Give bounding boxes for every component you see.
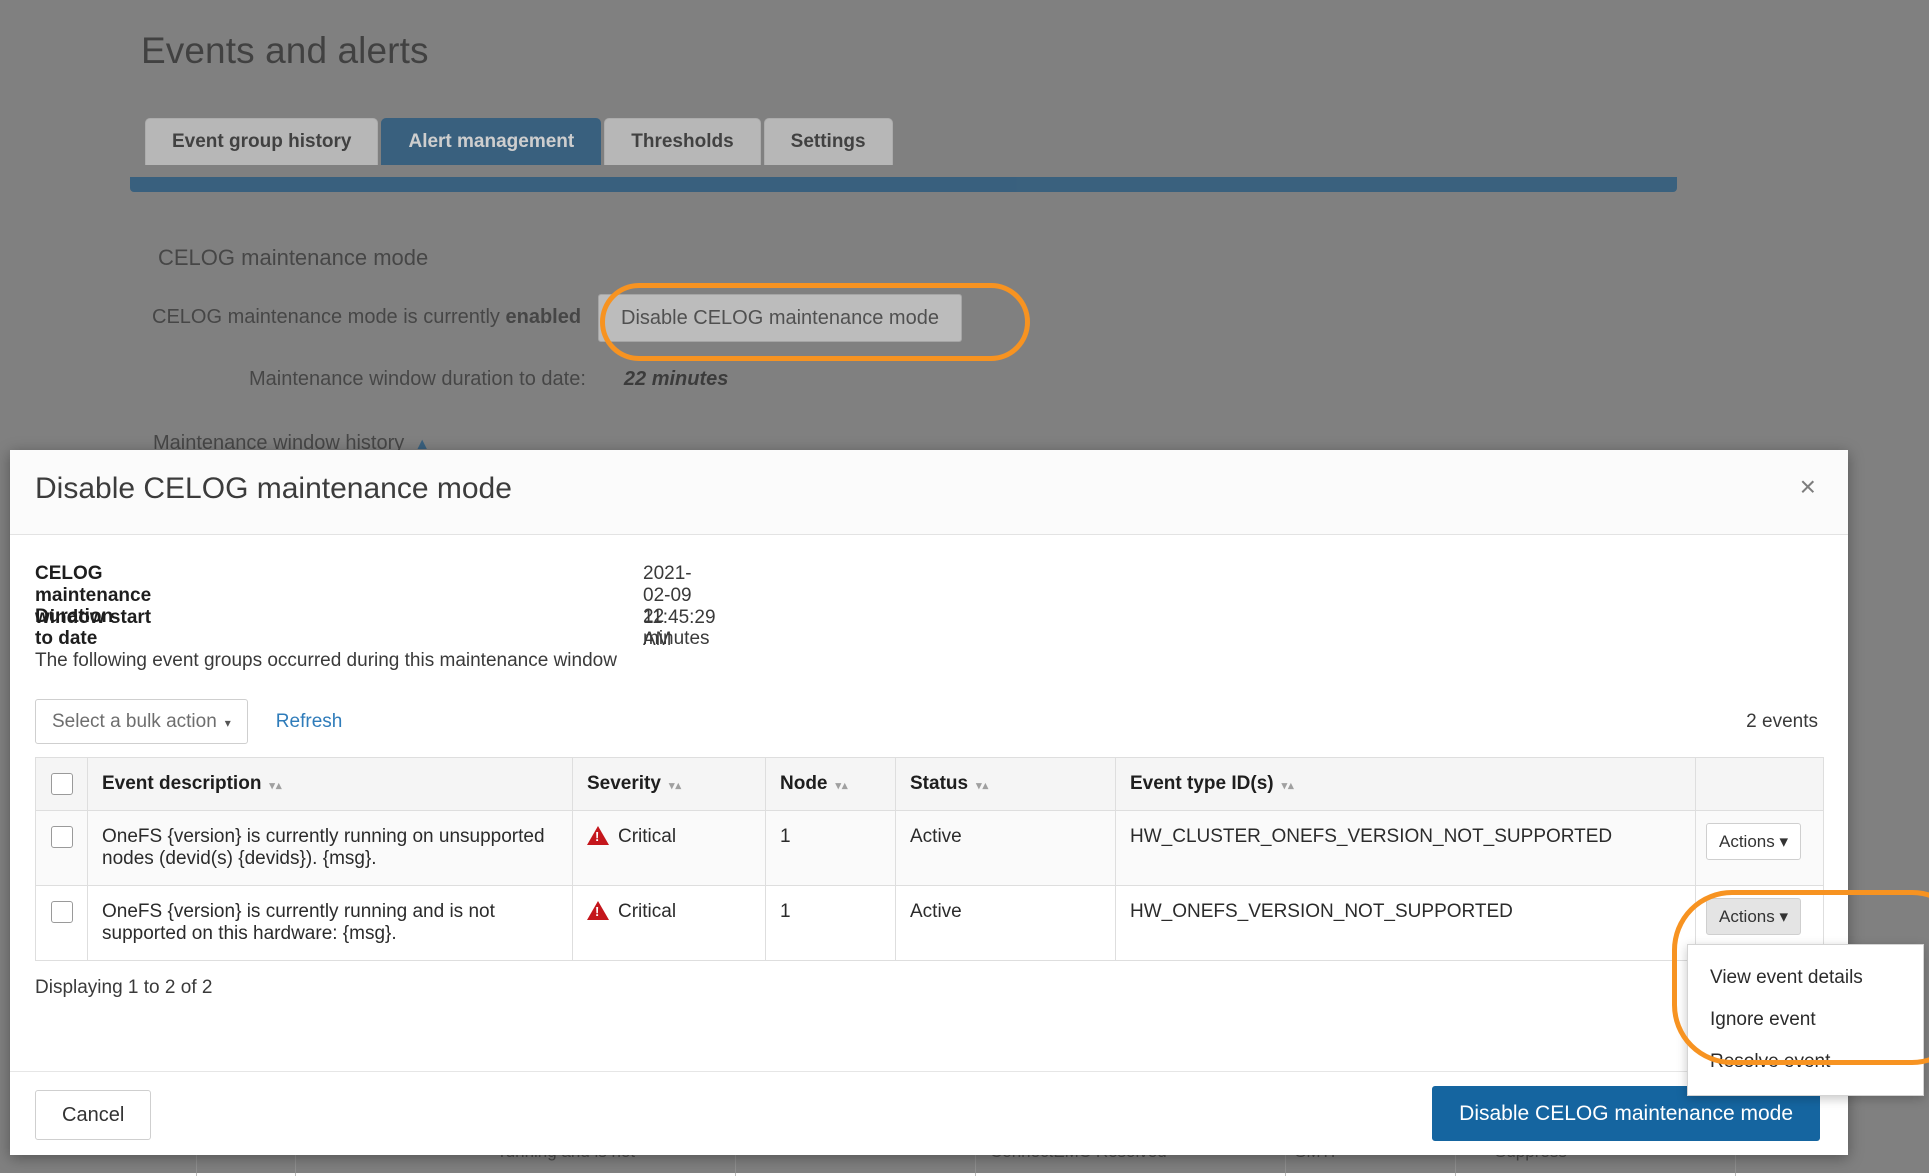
dialog-footer: Cancel Disable CELOG maintenance mode [10, 1071, 1848, 1155]
row-node: 1 [765, 810, 896, 887]
table-row: OneFS {version} is currently running and… [35, 885, 1824, 962]
tab-underline [130, 177, 1677, 192]
header-event-type-id-label: Event type ID(s) [1130, 773, 1274, 794]
close-icon[interactable]: × [1794, 472, 1822, 502]
header-severity[interactable]: Severity ▾▴ [572, 756, 766, 812]
detail-label-duration: Duration to date [35, 606, 114, 649]
row-actions-label: Actions [1719, 907, 1775, 927]
sort-icon-severity[interactable]: ▾▴ [669, 779, 682, 792]
page-title: Events and alerts [141, 30, 429, 71]
tab-alert-management[interactable]: Alert management [381, 118, 602, 165]
header-status-label: Status [910, 773, 969, 794]
table-header-row: Event description ▾▴ Severity ▾▴ Node ▾▴ St… [35, 756, 1824, 812]
row-event-type-id: HW_CLUSTER_ONEFS_VERSION_NOT_SUPPORTED [1115, 810, 1696, 887]
header-node[interactable]: Node ▾▴ [765, 756, 896, 812]
row-status: Active [895, 885, 1116, 962]
section-heading-celog-maintenance-mode: CELOG maintenance mode [158, 245, 429, 270]
row-actions-button-open[interactable]: Actions ▾ [1706, 898, 1802, 936]
dialog-body: CELOG maintenance window start 2021-02-0… [10, 535, 1848, 1071]
row-status: Active [895, 810, 1116, 887]
row-checkbox-cell [35, 885, 88, 962]
row-event-description: OneFS {version} is currently running on … [87, 810, 573, 887]
tab-event-group-history[interactable]: Event group history [145, 118, 379, 165]
maintenance-duration-label: Maintenance window duration to date: [249, 368, 586, 390]
header-event-type-id[interactable]: Event type ID(s) ▾▴ [1115, 756, 1696, 812]
header-event-description-label: Event description [102, 773, 262, 794]
displaying-count: Displaying 1 to 2 of 2 [35, 977, 213, 998]
table-body: OneFS {version} is currently running on … [35, 810, 1824, 962]
row-severity-label: Critical [618, 826, 677, 848]
sort-icon-node[interactable]: ▾▴ [836, 779, 849, 792]
table-head: Event description ▾▴ Severity ▾▴ Node ▾▴ St… [35, 756, 1824, 812]
row-select-checkbox[interactable] [50, 826, 73, 849]
warning-triangle-icon [587, 901, 609, 921]
row-actions-button[interactable]: Actions ▾ [1706, 823, 1802, 861]
bulk-action-dropdown[interactable]: Select a bulk action ▾ [35, 699, 248, 744]
menu-item-ignore-event[interactable]: Ignore event [1688, 999, 1923, 1041]
tab-settings[interactable]: Settings [763, 118, 893, 165]
bulk-action-label: Select a bulk action [52, 711, 217, 732]
maintenance-duration-value: 22 minutes [623, 368, 729, 390]
row-event-type-id: HW_ONEFS_VERSION_NOT_SUPPORTED [1115, 885, 1696, 962]
header-severity-label: Severity [587, 773, 661, 794]
row-severity: Critical [572, 810, 766, 887]
row-checkbox-cell [35, 810, 88, 887]
warning-triangle-icon [587, 826, 609, 846]
cancel-button[interactable]: Cancel [35, 1090, 152, 1140]
sort-icon-event-type-id[interactable]: ▾▴ [1282, 779, 1295, 792]
row-node: 1 [765, 885, 896, 962]
chevron-down-icon: ▾ [1779, 832, 1789, 852]
row-select-checkbox[interactable] [50, 901, 73, 924]
actions-dropdown-menu: View event details Ignore event Resolve … [1687, 944, 1924, 1096]
app-root: Events and alerts Event group history Al… [0, 0, 1929, 1176]
header-node-label: Node [780, 773, 828, 794]
sort-icon-status[interactable]: ▾▴ [976, 779, 989, 792]
refresh-link[interactable]: Refresh [276, 711, 343, 733]
header-status[interactable]: Status ▾▴ [895, 756, 1116, 812]
maintenance-status-prefix: CELOG maintenance mode is currently [152, 306, 506, 328]
chevron-down-icon: ▾ [224, 716, 231, 730]
tab-bar: Event group history Alert management Thr… [145, 118, 893, 165]
header-actions [1695, 756, 1824, 812]
table-toolbar: Select a bulk action ▾ Refresh [35, 699, 342, 744]
event-groups-table: Event description ▾▴ Severity ▾▴ Node ▾▴ St… [35, 756, 1824, 962]
dialog-intro-text: The following event groups occurred duri… [35, 650, 617, 671]
row-actions-label: Actions [1719, 832, 1775, 852]
dialog-header: Disable CELOG maintenance mode × [10, 450, 1848, 535]
tab-thresholds[interactable]: Thresholds [604, 118, 761, 165]
maintenance-status-state: enabled [505, 306, 582, 328]
disable-celog-maintenance-mode-dialog: Disable CELOG maintenance mode × CELOG m… [10, 450, 1848, 1155]
menu-item-view-event-details[interactable]: View event details [1688, 957, 1923, 999]
detail-value-duration: 22 minutes [643, 606, 710, 649]
table-row: OneFS {version} is currently running on … [35, 810, 1824, 887]
select-all-checkbox[interactable] [50, 773, 73, 795]
chevron-down-icon: ▾ [1779, 907, 1789, 927]
dialog-title: Disable CELOG maintenance mode [35, 472, 512, 505]
maintenance-status-line: CELOG maintenance mode is currently enab… [152, 306, 581, 329]
maintenance-duration-row: Maintenance window duration to date: 22 m… [249, 368, 728, 391]
row-severity: Critical [572, 885, 766, 962]
row-severity-label: Critical [618, 901, 677, 923]
row-event-description: OneFS {version} is currently running and… [87, 885, 573, 962]
header-event-description[interactable]: Event description ▾▴ [87, 756, 573, 812]
events-count-label: 2 events [1746, 711, 1818, 732]
menu-item-resolve-event[interactable]: Resolve event [1688, 1041, 1923, 1083]
row-actions-cell: Actions ▾ [1695, 810, 1824, 887]
header-select-all [35, 756, 88, 812]
disable-celog-maintenance-mode-button-background[interactable]: Disable CELOG maintenance mode [598, 294, 962, 342]
sort-icon-event-description[interactable]: ▾▴ [269, 779, 282, 792]
